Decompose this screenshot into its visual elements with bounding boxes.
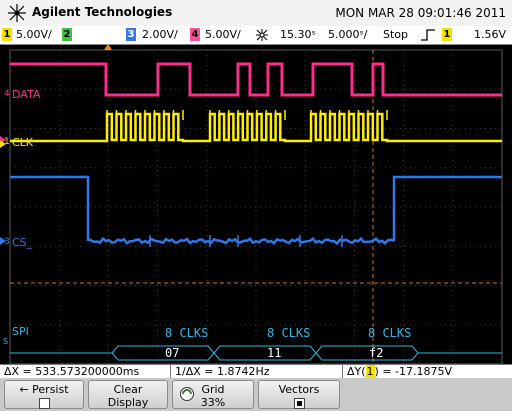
clk-trace (10, 110, 502, 143)
brand-name: Agilent Technologies (32, 5, 173, 19)
clear-display-softkey[interactable]: Clear Display (88, 380, 168, 409)
vectors-softkey[interactable]: Vectors (258, 380, 340, 409)
graticule-border (9, 49, 503, 364)
vectors-label: Vectors (278, 383, 320, 396)
date-time: MON MAR 28 09:01:46 2011 (335, 6, 506, 20)
divider (342, 365, 343, 379)
trigger-position-marker[interactable] (104, 44, 112, 50)
run-state[interactable]: Stop (383, 28, 408, 42)
frame-3-clks: 8 CLKS (368, 326, 412, 340)
delta-y-prefix: ΔY( (347, 365, 366, 378)
channel-4-number: 4 (4, 89, 10, 99)
data-label: DATA (12, 88, 41, 101)
delta-y-channel: 1 (365, 365, 375, 378)
divider (170, 365, 171, 379)
delta-y-suffix: ) = -17.1875V (374, 365, 453, 378)
channel-1-number: 1 (4, 137, 10, 147)
trigger-source-badge[interactable]: 1 (442, 28, 452, 41)
trigger-level[interactable]: 1.56V (474, 28, 506, 42)
cs-trace (10, 175, 502, 247)
spi-sub-label: S (3, 337, 9, 346)
bus-frame-box (315, 345, 419, 361)
channel-4-badge[interactable]: 4 (190, 28, 200, 41)
vectors-checkbox[interactable] (259, 396, 339, 409)
channel-3-number: 3 (4, 237, 10, 247)
oscilloscope-screen: Agilent Technologies MON MAR 28 09:01:46… (0, 0, 512, 411)
clk-waveform (10, 112, 502, 143)
bus-frame-box (111, 345, 215, 361)
cs-label: CS_ (12, 236, 33, 249)
clear-label: Clear (113, 383, 143, 396)
spi-bus-trace (10, 345, 502, 361)
inverse-delta-x-readout: 1/ΔX = 1.8742Hz (175, 365, 270, 378)
channel-1-scale[interactable]: 5.00V/ (16, 28, 52, 42)
spi-label: SPI (12, 325, 29, 338)
channel-3-badge[interactable]: 3 (126, 28, 136, 41)
settings-bar: 1 5.00V/ 2 3 2.00V/ 4 5.00V/ 15.30ˢ 5.00… (0, 26, 512, 45)
frame-3-value: f2 (369, 346, 384, 360)
clk-label: CLK (12, 136, 34, 149)
waveform-display[interactable] (0, 44, 512, 364)
delta-x-readout: ΔX = 533.573200000ms (4, 365, 140, 378)
frame-2-value: 11 (267, 346, 282, 360)
persist-label-row: ← Persist (5, 383, 83, 396)
header-bar: Agilent Technologies MON MAR 28 09:01:46… (0, 0, 512, 26)
grid-intensity-softkey[interactable]: Grid 33% (172, 380, 254, 409)
agilent-spark-logo-icon (8, 4, 26, 22)
timebase-position[interactable]: 15.30ˢ (280, 28, 316, 42)
softkey-bar: ← Persist Clear Display Grid 33% Vectors (0, 378, 512, 411)
channel-4-scale[interactable]: 5.00V/ (205, 28, 241, 42)
persist-label: Persist (32, 383, 69, 396)
frame-2-clks: 8 CLKS (267, 326, 311, 340)
frame-1-value: 07 (165, 346, 180, 360)
persist-checkbox[interactable] (5, 396, 83, 409)
frame-1-clks: 8 CLKS (165, 326, 209, 340)
channel-1-badge[interactable]: 1 (2, 28, 12, 41)
display-label: Display (107, 396, 149, 409)
bus-frame-box (213, 345, 317, 361)
knob-icon (180, 387, 194, 401)
channel-3-scale[interactable]: 2.00V/ (142, 28, 178, 42)
sunburst-icon (256, 29, 268, 41)
delta-y-readout: ΔY(1) = -17.1875V (347, 365, 452, 379)
persist-softkey[interactable]: ← Persist (4, 380, 84, 409)
rising-edge-icon (421, 29, 435, 41)
return-arrow-icon: ← (19, 383, 29, 396)
graticule (9, 49, 503, 364)
measurement-bar: ΔX = 533.573200000ms 1/ΔX = 1.8742Hz ΔY(… (0, 364, 512, 379)
timebase-scale[interactable]: 5.000ˢ/ (328, 28, 367, 42)
channel-2-badge[interactable]: 2 (62, 28, 72, 41)
